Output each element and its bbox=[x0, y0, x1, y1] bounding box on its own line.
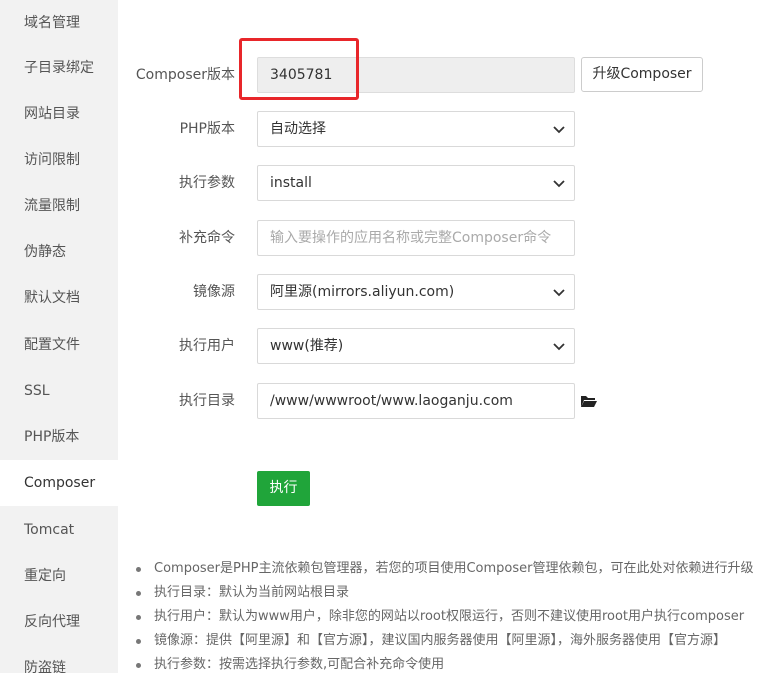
exec-user-label: 执行用户 bbox=[179, 338, 235, 354]
sidebar-item-site-dir[interactable]: 网站目录 bbox=[0, 91, 118, 137]
chevron-down-icon bbox=[553, 289, 565, 297]
mirror-label: 镜像源 bbox=[193, 284, 235, 300]
sidebar: 域名管理 子目录绑定 网站目录 访问限制 流量限制 伪静态 默认文档 配置文件 … bbox=[0, 0, 118, 676]
help-notes: Composer是PHP主流依赖包管理器，若您的项目使用Composer管理依赖… bbox=[136, 557, 773, 677]
sidebar-item-ssl[interactable]: SSL bbox=[0, 368, 118, 414]
sidebar-item-domain[interactable]: 域名管理 bbox=[0, 0, 118, 46]
sidebar-item-hotlink[interactable]: 防盗链 bbox=[0, 645, 118, 691]
mirror-value: 阿里源(mirrors.aliyun.com) bbox=[270, 284, 455, 300]
sidebar-item-php-version[interactable]: PHP版本 bbox=[0, 414, 118, 460]
sidebar-item-subdir-binding[interactable]: 子目录绑定 bbox=[0, 45, 118, 91]
note-item: 镜像源：提供【阿里源】和【官方源】，建议国内服务器使用【阿里源】，海外服务器使用… bbox=[136, 629, 773, 653]
php-version-select[interactable]: 自动选择 bbox=[257, 111, 575, 147]
run-button[interactable]: 执行 bbox=[257, 471, 310, 506]
sidebar-item-composer[interactable]: Composer bbox=[0, 460, 118, 506]
exec-dir-value: /www/wwwroot/www.laoganju.com bbox=[270, 393, 513, 409]
note-item: Composer是PHP主流依赖包管理器，若您的项目使用Composer管理依赖… bbox=[136, 557, 773, 581]
extra-command-label: 补充命令 bbox=[179, 230, 235, 246]
note-item: 执行参数：按需选择执行参数,可配合补充命令使用 bbox=[136, 653, 773, 677]
sidebar-item-rewrite[interactable]: 伪静态 bbox=[0, 229, 118, 275]
note-item: 执行目录：默认为当前网站根目录 bbox=[136, 581, 773, 605]
php-version-value: 自动选择 bbox=[270, 121, 326, 137]
highlight-box bbox=[239, 38, 359, 100]
sidebar-item-reverse-proxy[interactable]: 反向代理 bbox=[0, 599, 118, 645]
exec-user-select[interactable]: www(推荐) bbox=[257, 328, 575, 364]
exec-dir-input[interactable]: /www/wwwroot/www.laoganju.com bbox=[257, 383, 575, 419]
exec-params-value: install bbox=[270, 175, 312, 191]
mirror-select[interactable]: 阿里源(mirrors.aliyun.com) bbox=[257, 274, 575, 310]
exec-params-label: 执行参数 bbox=[179, 175, 235, 191]
chevron-down-icon bbox=[553, 343, 565, 351]
php-version-label: PHP版本 bbox=[179, 121, 235, 137]
exec-user-value: www(推荐) bbox=[270, 338, 344, 354]
exec-params-select[interactable]: install bbox=[257, 165, 575, 201]
upgrade-composer-button[interactable]: 升级Composer bbox=[581, 57, 703, 92]
sidebar-item-redirect[interactable]: 重定向 bbox=[0, 553, 118, 599]
chevron-down-icon bbox=[553, 180, 565, 188]
sidebar-item-tomcat[interactable]: Tomcat bbox=[0, 507, 118, 553]
sidebar-item-access-limit[interactable]: 访问限制 bbox=[0, 137, 118, 183]
sidebar-item-config-file[interactable]: 配置文件 bbox=[0, 322, 118, 368]
note-item: 执行用户：默认为www用户，除非您的网站以root权限运行，否则不建议使用roo… bbox=[136, 605, 773, 629]
composer-version-label: Composer版本 bbox=[135, 67, 235, 83]
sidebar-item-traffic-limit[interactable]: 流量限制 bbox=[0, 183, 118, 229]
chevron-down-icon bbox=[553, 126, 565, 134]
folder-open-icon[interactable] bbox=[580, 393, 598, 409]
exec-dir-label: 执行目录 bbox=[179, 393, 235, 409]
sidebar-item-default-doc[interactable]: 默认文档 bbox=[0, 275, 118, 321]
extra-command-placeholder: 输入要操作的应用名称或完整Composer命令 bbox=[270, 230, 552, 246]
extra-command-input[interactable]: 输入要操作的应用名称或完整Composer命令 bbox=[257, 220, 575, 256]
